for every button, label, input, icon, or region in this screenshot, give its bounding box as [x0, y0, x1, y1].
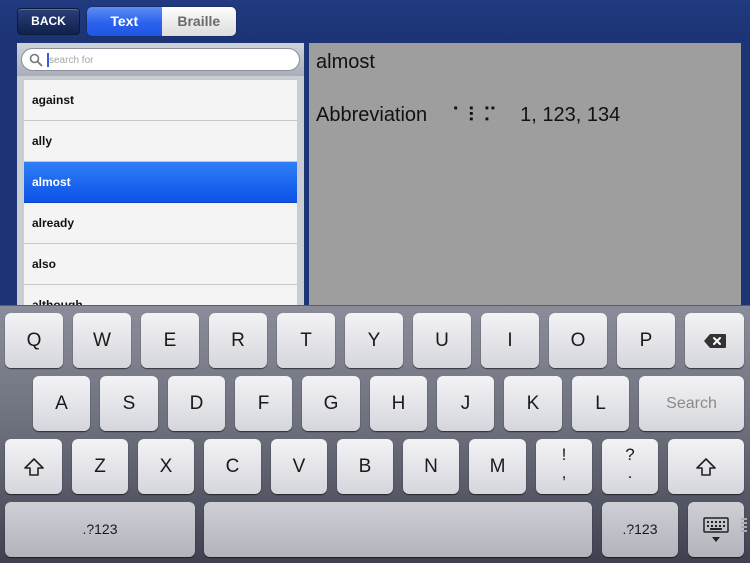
key-o[interactable]: O	[549, 313, 607, 368]
key-e[interactable]: E	[141, 313, 199, 368]
shift-key-left[interactable]	[5, 439, 62, 494]
backspace-key[interactable]	[685, 313, 744, 368]
keyboard-dismiss-key[interactable]	[688, 502, 744, 557]
key-comma: ,	[561, 463, 567, 482]
key-p[interactable]: P	[617, 313, 675, 368]
shift-key-right[interactable]	[668, 439, 744, 494]
segment-braille[interactable]: Braille	[161, 7, 236, 36]
key-a[interactable]: A	[33, 376, 90, 431]
key-h[interactable]: H	[370, 376, 427, 431]
space-key[interactable]	[204, 502, 592, 557]
key-n[interactable]: N	[403, 439, 459, 494]
key-u[interactable]: U	[413, 313, 471, 368]
list-item-almost[interactable]: almost	[24, 162, 297, 203]
search-field[interactable]	[21, 48, 300, 71]
search-input[interactable]	[49, 51, 289, 69]
detail-abbreviation-row: Abbreviation ⠁⠇⠍ 1, 123, 134	[316, 103, 620, 127]
key-exclamation-comma[interactable]: ! ,	[536, 439, 592, 494]
key-w[interactable]: W	[73, 313, 131, 368]
key-question: ?	[625, 445, 635, 464]
top-bar: BACK Text Braille	[0, 0, 750, 42]
braille-dot-numbers: 1, 123, 134	[520, 103, 621, 126]
key-g[interactable]: G	[302, 376, 360, 431]
segment-text[interactable]: Text	[87, 7, 162, 36]
keyboard-split-handle[interactable]	[741, 518, 747, 536]
key-b[interactable]: B	[337, 439, 393, 494]
list-item-already[interactable]: already	[24, 203, 297, 244]
key-period: .	[627, 463, 633, 482]
key-c[interactable]: C	[204, 439, 261, 494]
mode-segmented-control: Text Braille	[86, 6, 237, 37]
list-item-also[interactable]: also	[24, 244, 297, 285]
shift-icon	[23, 458, 44, 476]
detail-panel: almost Abbreviation ⠁⠇⠍ 1, 123, 134	[309, 43, 741, 313]
numbers-key-right[interactable]: .?123	[602, 502, 678, 557]
search-key[interactable]: Search	[639, 376, 744, 431]
shift-icon	[696, 458, 716, 476]
detail-type-label: Abbreviation	[316, 103, 428, 126]
list-item-ally[interactable]: ally	[24, 121, 297, 162]
key-v[interactable]: V	[271, 439, 327, 494]
backspace-icon	[703, 333, 726, 348]
keyboard-dismiss-icon	[703, 517, 729, 542]
onscreen-keyboard: Q W E R T Y U I O P A S D F G H J K L Se…	[0, 305, 750, 563]
key-l[interactable]: L	[572, 376, 629, 431]
key-i[interactable]: I	[481, 313, 539, 368]
back-button[interactable]: BACK	[17, 8, 80, 35]
key-x[interactable]: X	[138, 439, 194, 494]
key-f[interactable]: F	[235, 376, 292, 431]
braille-cells: ⠁⠇⠍	[451, 103, 499, 127]
key-question-period[interactable]: ? .	[602, 439, 658, 494]
word-list: against ally almost already also althoug…	[24, 79, 297, 313]
key-s[interactable]: S	[100, 376, 158, 431]
key-d[interactable]: D	[168, 376, 225, 431]
detail-word: almost	[316, 51, 375, 73]
key-t[interactable]: T	[277, 313, 335, 368]
search-bar	[17, 43, 304, 76]
key-k[interactable]: K	[504, 376, 562, 431]
list-item-against[interactable]: against	[24, 80, 297, 121]
numbers-key-left[interactable]: .?123	[5, 502, 195, 557]
search-icon	[29, 53, 43, 67]
key-r[interactable]: R	[209, 313, 267, 368]
key-j[interactable]: J	[437, 376, 494, 431]
key-m[interactable]: M	[469, 439, 526, 494]
key-z[interactable]: Z	[72, 439, 128, 494]
key-y[interactable]: Y	[345, 313, 403, 368]
word-list-panel: against ally almost already also althoug…	[17, 43, 304, 313]
key-q[interactable]: Q	[5, 313, 63, 368]
key-exclamation: !	[561, 445, 567, 464]
